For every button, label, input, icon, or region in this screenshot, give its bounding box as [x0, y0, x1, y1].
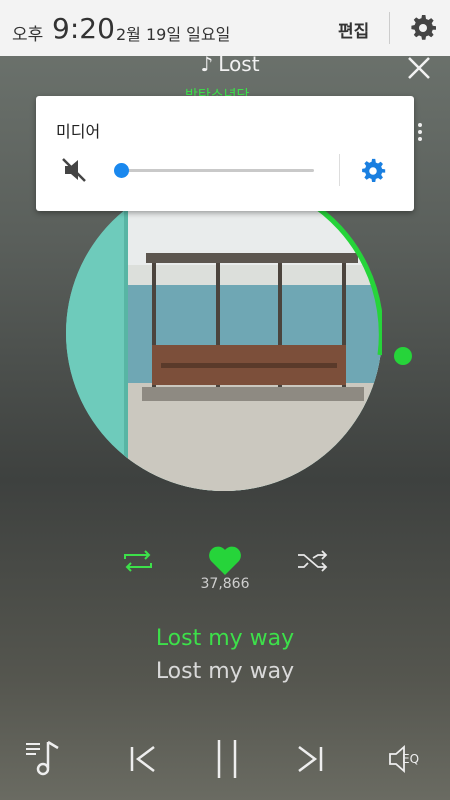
lyric-next-line: Lost my way: [155, 659, 295, 684]
like-count: 37,866: [200, 576, 250, 592]
volume-panel: 미디어: [36, 96, 414, 211]
notification-header: 오후 9:20 2월 19일 일요일 편집: [0, 0, 450, 56]
close-icon[interactable]: [405, 54, 433, 82]
header-divider: [389, 12, 390, 44]
more-options-icon[interactable]: [416, 120, 424, 144]
lyric-current-line: Lost my way: [155, 626, 295, 651]
shuffle-icon[interactable]: [296, 548, 330, 574]
pause-icon[interactable]: [213, 738, 241, 780]
volume-slider-thumb[interactable]: [114, 163, 129, 178]
volume-slider-track[interactable]: [120, 169, 314, 172]
volume-divider: [339, 154, 340, 186]
gear-icon[interactable]: [407, 12, 439, 44]
repeat-icon[interactable]: [121, 548, 155, 574]
clock-time: 9:20: [52, 12, 115, 45]
next-track-icon[interactable]: [295, 743, 325, 775]
previous-track-icon[interactable]: [128, 743, 158, 775]
time-ampm: 오후: [12, 25, 44, 45]
gear-icon[interactable]: [358, 156, 388, 186]
track-title-row: ♪ Lost: [150, 52, 310, 76]
speaker-muted-icon[interactable]: [60, 156, 90, 184]
date-text: 2월 19일 일요일: [116, 25, 231, 44]
progress-ring: [304, 197, 382, 356]
volume-stream-label: 미디어: [56, 122, 101, 141]
heart-icon[interactable]: [207, 543, 243, 577]
eq-label: EQ: [402, 752, 420, 766]
track-title: Lost: [218, 52, 260, 76]
equalizer-button[interactable]: EQ: [388, 744, 432, 774]
lyrics-icon: ♪: [200, 52, 214, 76]
progress-handle[interactable]: [394, 347, 412, 365]
edit-button[interactable]: 편집: [338, 17, 369, 42]
playlist-icon[interactable]: [24, 738, 64, 778]
album-art-container: [66, 175, 382, 491]
